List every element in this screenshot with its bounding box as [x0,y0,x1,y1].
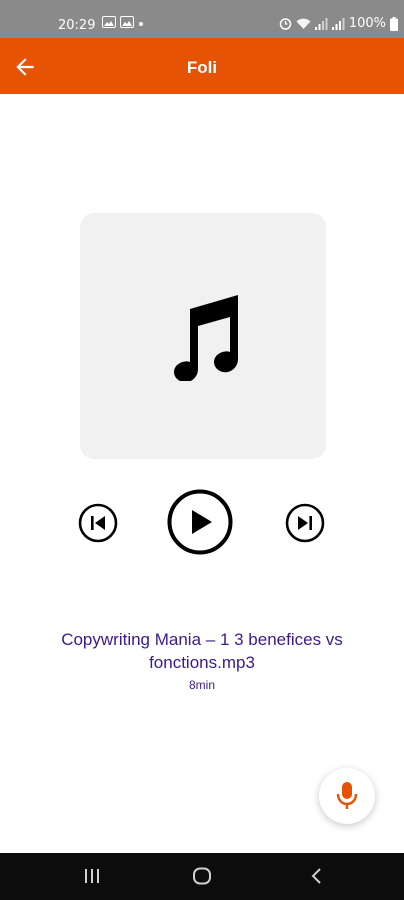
page-title: Foli [186,58,218,77]
home-button[interactable] [172,853,232,900]
next-track-button[interactable] [285,503,325,543]
signal-icon [314,17,328,30]
alarm-icon [279,18,292,30]
track-title: Copywriting Mania – 1 3 benefices vs fon… [61,630,343,672]
recents-button[interactable] [62,853,122,900]
status-time: 20:29 [58,18,96,33]
previous-track-button[interactable] [78,503,118,543]
voice-input-button[interactable] [319,768,375,824]
battery-level: 100% [348,16,386,31]
gallery-icon [102,16,116,28]
skip-previous-icon [78,503,118,543]
play-button[interactable] [167,489,233,555]
track-duration: 8min [188,678,215,692]
signal-icon [331,17,345,30]
battery-icon [390,16,398,31]
system-navigation-bar [0,853,404,900]
microphone-icon [336,782,358,809]
app-bar: Foli [0,38,404,94]
recents-icon [85,869,99,883]
status-notification-icons [102,16,144,28]
back-icon [311,868,321,884]
dot-icon [139,22,143,26]
status-system-icons: 100% [279,16,398,31]
status-bar: 20:29 100% [0,0,404,38]
gallery-icon [120,16,134,28]
music-note-icon [174,295,238,381]
album-art [80,213,326,459]
system-back-button[interactable] [287,853,347,900]
home-icon [193,867,211,885]
wifi-icon [296,18,311,29]
play-icon [167,489,233,555]
skip-next-icon [285,503,325,543]
